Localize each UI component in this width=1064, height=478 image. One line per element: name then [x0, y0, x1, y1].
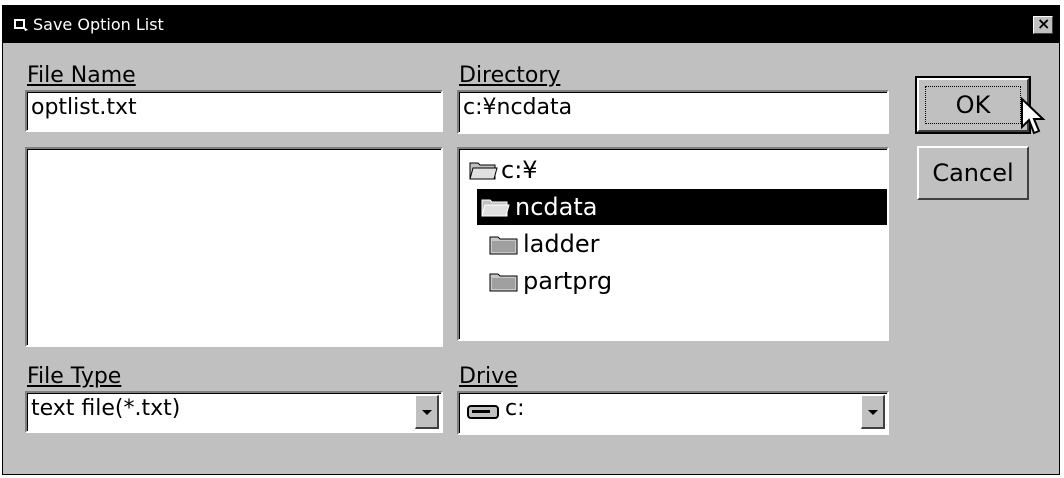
window-title: Save Option List [33, 15, 164, 34]
directory-field: c:¥ncdata [457, 90, 889, 134]
file-name-label: File Name [27, 63, 136, 88]
tree-item-label: ncdata [515, 193, 598, 221]
chevron-down-icon [868, 410, 878, 415]
open-folder-icon [469, 162, 498, 180]
file-name-input[interactable]: optlist.txt [25, 90, 443, 132]
tree-item-ncdata[interactable]: ncdata [477, 189, 887, 225]
drive-icon [467, 405, 499, 419]
drive-value: c: [505, 396, 525, 421]
tree-item-label: ladder [523, 230, 600, 258]
close-button[interactable]: × [1033, 14, 1053, 34]
chevron-down-icon [422, 410, 432, 415]
tree-item-partprg[interactable]: partprg [489, 263, 612, 299]
drive-select[interactable]: c: [457, 391, 889, 435]
cancel-button[interactable]: Cancel [917, 146, 1029, 200]
close-icon: × [1037, 14, 1051, 33]
folder-icon [489, 236, 518, 255]
file-list[interactable] [25, 147, 443, 347]
drive-dropdown-button[interactable] [861, 395, 885, 429]
directory-value: c:¥ncdata [463, 95, 573, 120]
file-type-dropdown-button[interactable] [415, 395, 439, 429]
folder-icon [489, 273, 518, 292]
drive-label: Drive [459, 364, 518, 389]
save-option-list-dialog: Save Option List × File Name optlist.txt… [2, 5, 1060, 475]
tree-item-c-root[interactable]: c:¥ [469, 152, 538, 188]
app-icon [14, 19, 28, 31]
cancel-button-label: Cancel [932, 159, 1014, 187]
focus-indicator [925, 86, 1021, 124]
tree-item-label: c:¥ [501, 156, 538, 184]
ok-button[interactable]: OK [915, 76, 1031, 134]
file-type-value: text file(*.txt) [31, 396, 181, 421]
file-name-value: optlist.txt [31, 95, 137, 120]
title-bar[interactable]: Save Option List × [3, 6, 1059, 43]
file-type-label: File Type [27, 364, 122, 389]
mouse-pointer-icon [1021, 97, 1046, 135]
file-type-select[interactable]: text file(*.txt) [25, 391, 443, 433]
directory-label: Directory [459, 63, 561, 88]
directory-tree[interactable]: c:¥ ncdata ladder partprg [457, 147, 889, 341]
open-folder-icon [481, 199, 510, 217]
tree-item-ladder[interactable]: ladder [489, 226, 599, 262]
tree-item-label: partprg [523, 267, 613, 295]
